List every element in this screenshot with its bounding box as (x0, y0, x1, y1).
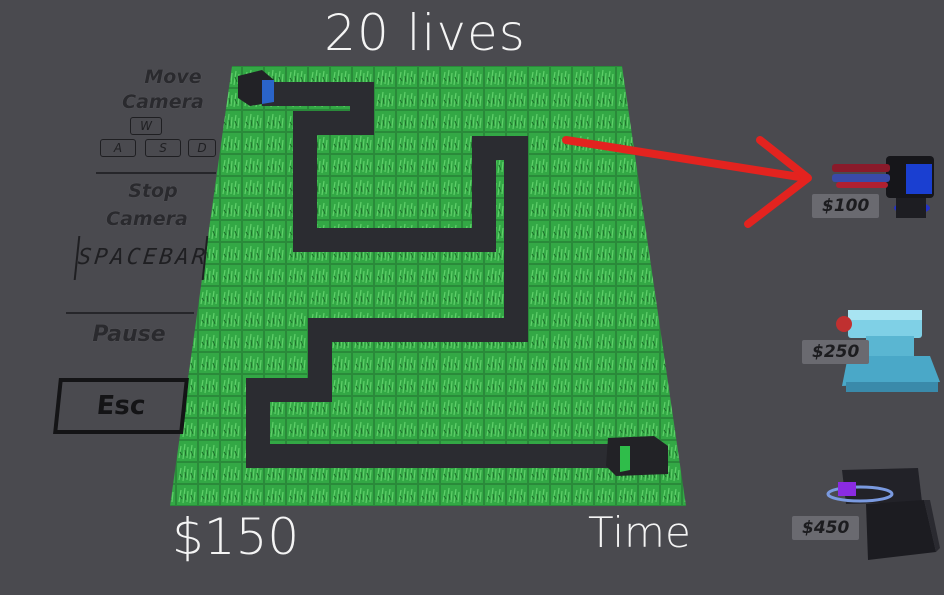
key-a: A (100, 139, 136, 157)
stop-camera-label-line1: Stop (128, 180, 178, 202)
lives-counter: 20 lives (324, 4, 526, 62)
spacebar-key: SPACEBAR (73, 236, 209, 280)
move-camera-label-line1: Move (144, 66, 202, 88)
tower-price-100: $100 (812, 194, 880, 218)
move-camera-label-line2: Camera (122, 91, 204, 113)
key-d: D (188, 139, 216, 157)
tower-card-plasma-tower[interactable]: $450 (790, 464, 944, 564)
key-w: W (130, 117, 162, 135)
pause-label: Pause (92, 322, 166, 347)
time-label: Time (588, 508, 691, 557)
money-counter: $150 (172, 508, 300, 566)
tower-price-450: $450 (792, 516, 860, 540)
key-s: S (145, 139, 181, 157)
base-block (606, 436, 668, 476)
divider (96, 172, 216, 174)
stop-camera-label-line2: Camera (106, 208, 188, 230)
tower-card-rocket-turret[interactable]: $100 (810, 146, 944, 230)
divider (66, 312, 194, 314)
esc-key: Esc (53, 378, 189, 434)
tower-card-frost-cannon[interactable]: $250 (800, 300, 944, 396)
tower-price-250: $250 (802, 340, 870, 364)
